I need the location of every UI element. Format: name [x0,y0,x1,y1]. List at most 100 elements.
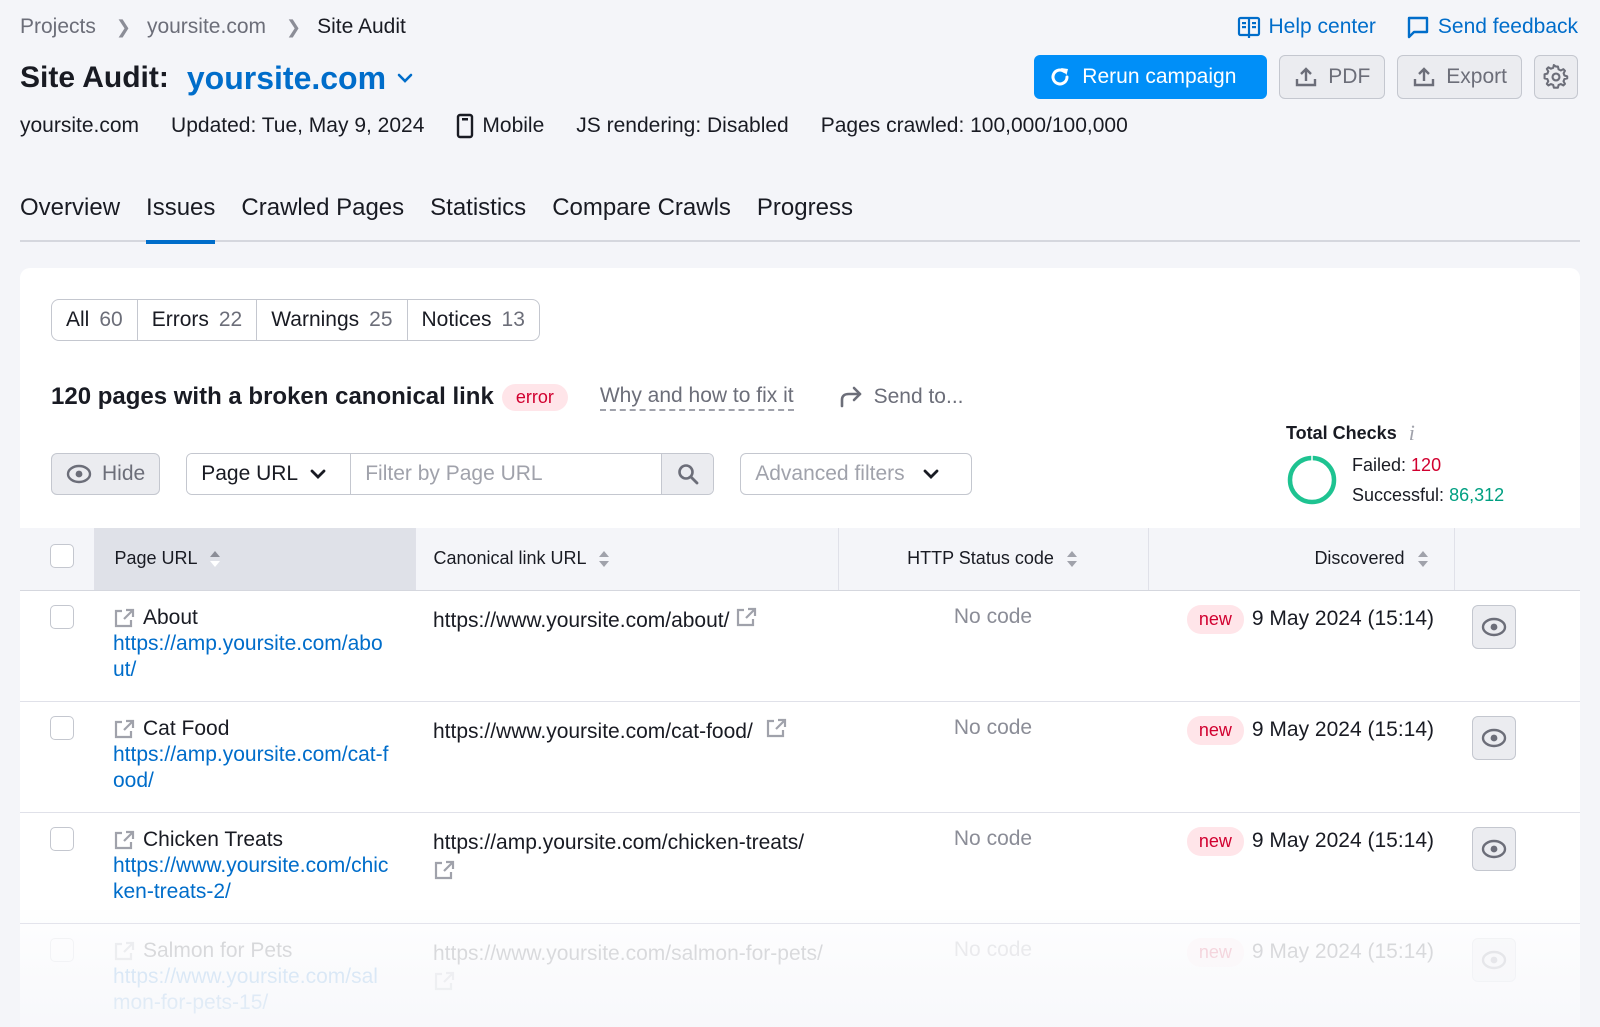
filter-all[interactable]: All 60 [52,300,138,340]
column-select-value: Page URL [201,462,299,485]
filter-errors[interactable]: Errors 22 [138,300,258,340]
http-status-cell: No code [838,701,1148,813]
table-row: Chicken Treats https://www.yoursite.com/… [20,812,1580,924]
http-status-cell: No code [838,923,1148,1027]
filter-errors-label: Errors [151,308,209,331]
page-url-link[interactable]: https://amp.yoursite.com/about/ [113,631,393,683]
row-select-cell [20,812,94,924]
eye-icon [66,464,92,484]
view-details-button[interactable] [1472,715,1516,760]
page-title: Site Audit: yoursite.com [20,56,414,100]
why-and-how-link[interactable]: Why and how to fix it [599,383,794,411]
page-url-link[interactable]: https://www.yoursite.com/chicken-treats-… [113,853,393,905]
actions-cell [1454,701,1580,813]
col-discovered[interactable]: Discovered [1148,528,1455,591]
external-link-icon[interactable] [433,860,455,880]
project-selector[interactable]: yoursite.com [187,60,386,97]
col-http-status-label: HTTP Status code [907,547,1054,568]
info-icon[interactable]: i [1409,420,1415,446]
help-center-link[interactable]: Help center [1237,15,1376,39]
url-search-group: Page URL [186,453,715,495]
table-row: Salmon for Pets https://www.yoursite.com… [20,923,1580,1027]
row-checkbox[interactable] [50,937,74,962]
failed-count[interactable]: 120 [1411,455,1441,475]
row-select-cell [20,923,94,1027]
issue-header: 120 pages with a broken canonical link e… [51,380,964,414]
col-canonical-url[interactable]: Canonical link URL [415,528,839,591]
breadcrumb-current: Site Audit [317,15,406,38]
chevron-down-icon[interactable] [396,72,414,84]
page-url-cell: Cat Food https://amp.yoursite.com/cat-fo… [94,701,415,813]
col-page-url-label: Page URL [114,547,197,568]
tab-bar: Overview Issues Crawled Pages Statistics… [20,190,1580,244]
error-badge: error [501,383,568,411]
audit-meta: yoursite.com Updated: Tue, May 9, 2024 M… [20,112,1128,140]
column-select[interactable]: Page URL [187,454,352,494]
page-url-link[interactable]: https://www.yoursite.com/salmon-for-pets… [113,964,393,1016]
row-checkbox[interactable] [50,604,74,629]
export-button[interactable]: Export [1397,55,1522,99]
tab-crawled-pages[interactable]: Crawled Pages [241,190,404,242]
url-filter-input[interactable] [351,454,662,494]
meta-js-rendering: JS rendering: Disabled [576,114,789,137]
discovered-date: 9 May 2024 (15:14) [1251,607,1434,630]
external-link-icon[interactable] [765,718,787,738]
mobile-icon [457,113,474,139]
filter-warnings[interactable]: Warnings 25 [257,300,408,340]
tab-statistics[interactable]: Statistics [430,190,526,242]
total-checks-title: Total Checks [1286,422,1397,443]
breadcrumb-project[interactable]: yoursite.com [147,15,266,39]
new-badge: new [1186,604,1244,634]
canonical-url-cell: https://amp.yoursite.com/chicken-treats/ [415,812,838,924]
share-arrow-icon [840,386,861,408]
external-link-icon[interactable] [113,830,135,850]
canonical-url: https://www.yoursite.com/about/ [433,608,730,632]
meta-updated: Updated: Tue, May 9, 2024 [171,114,425,137]
tab-compare-crawls[interactable]: Compare Crawls [552,190,731,242]
canonical-url: https://www.yoursite.com/cat-food/ [433,719,753,743]
view-details-button[interactable] [1472,604,1516,649]
chevron-right-icon: ❯ [286,16,302,37]
external-link-icon[interactable] [735,607,757,627]
col-page-url[interactable]: Page URL [94,528,416,591]
page-url-cell: Salmon for Pets https://www.yoursite.com… [94,923,415,1027]
breadcrumb-projects[interactable]: Projects [20,15,96,39]
discovered-cell: new 9 May 2024 (15:14) [1148,812,1454,924]
view-details-button[interactable] [1472,826,1516,871]
send-to-button[interactable]: Send to... [838,385,964,409]
tab-overview[interactable]: Overview [20,190,120,242]
tab-issues[interactable]: Issues [146,190,216,244]
external-link-icon[interactable] [113,608,135,628]
rerun-campaign-button[interactable]: Rerun campaign [1034,55,1268,99]
export-label: Export [1446,65,1507,88]
send-to-label: Send to... [873,385,964,408]
header-actions: Rerun campaign PDF Export [1034,55,1578,99]
filter-notices[interactable]: Notices 13 [408,300,539,340]
settings-button[interactable] [1534,55,1578,99]
hide-button[interactable]: Hide [51,453,161,495]
external-link-icon[interactable] [113,719,135,739]
filter-notices-count: 13 [501,308,525,331]
upload-icon [1414,67,1435,87]
col-discovered-label: Discovered [1314,547,1405,568]
advanced-filters-dropdown[interactable]: Advanced filters [740,453,973,495]
row-checkbox[interactable] [50,826,74,851]
select-all-checkbox[interactable] [50,544,74,569]
external-link-icon[interactable] [113,941,135,961]
tab-progress[interactable]: Progress [757,190,853,242]
issue-title: 120 pages with a broken canonical link [51,383,494,410]
filter-all-count: 60 [99,308,123,331]
external-link-icon[interactable] [433,971,455,991]
page-url-link[interactable]: https://amp.yoursite.com/cat-food/ [113,742,393,794]
rerun-campaign-label: Rerun campaign [1082,65,1237,88]
row-checkbox[interactable] [50,715,74,740]
send-feedback-link[interactable]: Send feedback [1406,15,1578,39]
col-http-status[interactable]: HTTP Status code [838,528,1149,591]
search-button[interactable] [661,454,714,494]
discovered-cell: new 9 May 2024 (15:14) [1148,590,1454,702]
pdf-button[interactable]: PDF [1279,55,1386,99]
eye-icon [1481,617,1507,636]
eye-icon [1481,839,1507,858]
view-details-button[interactable] [1472,937,1516,982]
sort-icon [598,550,609,567]
